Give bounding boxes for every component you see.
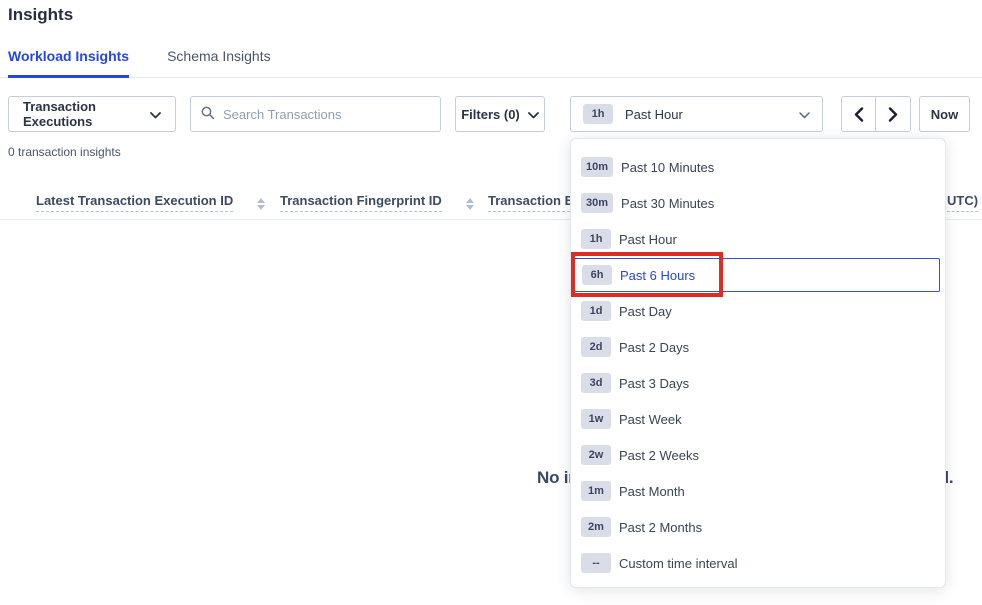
- time-option-label: Past Day: [619, 304, 672, 319]
- time-option-past-6-hours[interactable]: 6h Past 6 Hours: [574, 258, 940, 292]
- time-range-menu: 10m Past 10 Minutes 30m Past 30 Minutes 1h Pa…: [570, 138, 946, 588]
- time-option-badge: 2m: [581, 517, 611, 537]
- time-step-buttons: [841, 96, 911, 132]
- time-option-past-10-minutes[interactable]: 10m Past 10 Minutes: [571, 149, 945, 185]
- time-option-custom-time-interval[interactable]: -- Custom time interval: [571, 545, 945, 581]
- filters-button[interactable]: Filters (0): [455, 96, 545, 132]
- time-option-label: Past Month: [619, 484, 685, 499]
- now-button[interactable]: Now: [919, 96, 970, 132]
- filters-label: Filters (0): [461, 107, 520, 122]
- column-header-label[interactable]: Transaction Fingerprint ID: [280, 193, 442, 212]
- time-option-label: Past 2 Months: [619, 520, 702, 535]
- time-option-label: Past 10 Minutes: [621, 160, 714, 175]
- time-option-past-week[interactable]: 1w Past Week: [571, 401, 945, 437]
- sort-icon[interactable]: [257, 198, 265, 210]
- page-title: Insights: [8, 5, 73, 25]
- time-option-label: Past 2 Days: [619, 340, 689, 355]
- time-option-badge: --: [581, 553, 611, 573]
- time-option-past-month[interactable]: 1m Past Month: [571, 473, 945, 509]
- time-option-past-2-weeks[interactable]: 2w Past 2 Weeks: [571, 437, 945, 473]
- chevron-down-icon: [150, 107, 161, 122]
- time-option-badge: 1d: [581, 301, 611, 321]
- toolbar: Transaction Executions Filters (0) 1h Pa…: [8, 96, 974, 132]
- time-option-badge: 1h: [581, 229, 611, 249]
- tab-schema-insights[interactable]: Schema Insights: [167, 48, 271, 78]
- search-icon: [201, 106, 215, 123]
- column-header: Transaction Fingerprint ID: [280, 192, 474, 210]
- time-option-badge: 1m: [581, 481, 611, 501]
- time-option-past-3-days[interactable]: 3d Past 3 Days: [571, 365, 945, 401]
- sort-icon[interactable]: [466, 198, 474, 210]
- chevron-down-icon: [528, 107, 539, 122]
- time-option-label: Past 30 Minutes: [621, 196, 714, 211]
- column-header-label: UTC): [947, 193, 978, 212]
- time-range-label: Past Hour: [625, 107, 683, 122]
- column-header-label[interactable]: Latest Transaction Execution ID: [36, 193, 233, 212]
- time-option-past-30-minutes[interactable]: 30m Past 30 Minutes: [571, 185, 945, 221]
- time-option-past-2-days[interactable]: 2d Past 2 Days: [571, 329, 945, 365]
- column-header: Transaction Ex: [488, 192, 580, 210]
- chevron-down-icon: [799, 107, 810, 122]
- time-range-badge: 1h: [583, 104, 613, 124]
- time-option-label: Past 6 Hours: [620, 268, 695, 283]
- time-option-label: Past 3 Days: [619, 376, 689, 391]
- time-option-past-day[interactable]: 1d Past Day: [571, 293, 945, 329]
- entity-type-label: Transaction Executions: [23, 99, 150, 129]
- time-range-dropdown[interactable]: 1h Past Hour: [570, 96, 823, 132]
- time-option-badge: 1w: [581, 409, 611, 429]
- column-header-label: Transaction Ex: [488, 193, 580, 212]
- next-interval-button[interactable]: [876, 97, 910, 131]
- time-option-badge: 6h: [582, 265, 612, 285]
- time-option-badge: 3d: [581, 373, 611, 393]
- column-header: Latest Transaction Execution ID: [36, 192, 265, 210]
- search-input[interactable]: [223, 107, 430, 122]
- time-option-past-hour[interactable]: 1h Past Hour: [571, 221, 945, 257]
- tab-workload-insights[interactable]: Workload Insights: [8, 48, 129, 78]
- time-option-past-2-months[interactable]: 2m Past 2 Months: [571, 509, 945, 545]
- time-option-label: Custom time interval: [619, 556, 737, 571]
- insights-count: 0 transaction insights: [8, 145, 121, 159]
- time-option-badge: 2d: [581, 337, 611, 357]
- time-option-badge: 2w: [581, 445, 611, 465]
- time-option-label: Past Week: [619, 412, 682, 427]
- column-header: UTC): [947, 192, 978, 210]
- entity-type-dropdown[interactable]: Transaction Executions: [8, 96, 176, 132]
- time-option-badge: 30m: [581, 193, 613, 213]
- tab-bar: Workload Insights Schema Insights: [8, 48, 271, 78]
- time-option-label: Past 2 Weeks: [619, 448, 699, 463]
- time-option-label: Past Hour: [619, 232, 677, 247]
- search-box[interactable]: [190, 96, 441, 132]
- prev-interval-button[interactable]: [842, 97, 876, 131]
- time-option-badge: 10m: [581, 157, 613, 177]
